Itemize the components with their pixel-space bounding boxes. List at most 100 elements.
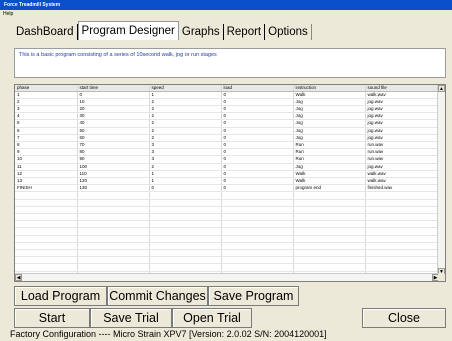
- table-row[interactable]: 12 110 1 0 Walk walk.wav: [15, 170, 440, 178]
- table-cell[interactable]: run.wav: [365, 148, 440, 157]
- table-cell[interactable]: 3: [149, 148, 222, 157]
- table-cell[interactable]: [15, 206, 78, 214]
- table-row[interactable]: [15, 256, 440, 265]
- table-cell[interactable]: [221, 263, 294, 272]
- table-cell[interactable]: [77, 199, 150, 207]
- table-cell[interactable]: 110: [77, 170, 150, 178]
- table-row[interactable]: 4 30 2 0 Jog jog.wav: [15, 112, 440, 121]
- table-cell[interactable]: Run: [293, 141, 366, 150]
- table-cell[interactable]: [293, 249, 366, 258]
- table-cell[interactable]: [221, 235, 294, 243]
- table-row[interactable]: 2 10 2 0 Jog jog.wav: [15, 98, 440, 106]
- table-cell[interactable]: jog.wav: [365, 127, 440, 135]
- table-cell[interactable]: [221, 256, 294, 265]
- table-cell[interactable]: 1: [149, 170, 222, 178]
- table-cell[interactable]: 2: [149, 134, 222, 142]
- table-cell[interactable]: 130: [77, 184, 150, 193]
- table-cell[interactable]: 5: [15, 119, 78, 128]
- table-cell[interactable]: 0: [77, 91, 150, 99]
- table-cell[interactable]: [221, 242, 294, 250]
- table-cell[interactable]: Walk: [293, 170, 366, 178]
- table-cell[interactable]: FINISH: [15, 184, 78, 193]
- table-cell[interactable]: [15, 263, 78, 272]
- table-cell[interactable]: [365, 249, 440, 258]
- table-cell[interactable]: jog.wav: [365, 112, 440, 121]
- table-cell[interactable]: 40: [77, 119, 150, 128]
- table-cell[interactable]: [15, 235, 78, 243]
- table-row[interactable]: 8 70 3 0 Run run.wav: [15, 141, 440, 150]
- table-cell[interactable]: [77, 235, 150, 243]
- table-row[interactable]: FINISH 130 0 0 program end finished.wav: [15, 184, 440, 193]
- table-cell[interactable]: [149, 249, 222, 258]
- scroll-left-icon[interactable]: ◀: [15, 274, 22, 281]
- table-cell[interactable]: [221, 220, 294, 229]
- table-cell[interactable]: [15, 256, 78, 265]
- table-row[interactable]: 3 20 2 0 Jog jog.wav: [15, 105, 440, 114]
- table-cell[interactable]: 0: [221, 170, 294, 178]
- table-cell[interactable]: jog.wav: [365, 134, 440, 142]
- table-cell[interactable]: jog.wav: [365, 98, 440, 106]
- table-cell[interactable]: [149, 199, 222, 207]
- table-cell[interactable]: walk.wav: [365, 177, 440, 186]
- commit-changes-button[interactable]: Commit Changes: [107, 286, 208, 306]
- table-row[interactable]: [15, 263, 440, 272]
- close-button[interactable]: Close: [362, 308, 446, 328]
- table-cell[interactable]: [77, 213, 150, 222]
- table-cell[interactable]: 1: [149, 177, 222, 186]
- table-cell[interactable]: jog.wav: [365, 163, 440, 171]
- table-cell[interactable]: Walk: [293, 91, 366, 99]
- table-cell[interactable]: 0: [221, 112, 294, 121]
- table-row[interactable]: 10 90 3 0 Run run.wav: [15, 155, 440, 164]
- table-cell[interactable]: Walk: [293, 177, 366, 186]
- table-cell[interactable]: finished.wav: [365, 184, 440, 193]
- table-cell[interactable]: [77, 191, 150, 200]
- table-row[interactable]: [15, 249, 440, 258]
- tab-program-designer[interactable]: Program Designer: [77, 21, 179, 40]
- table-cell[interactable]: [365, 263, 440, 272]
- table-cell[interactable]: 0: [149, 184, 222, 193]
- table-row[interactable]: 5 40 2 0 Jog jog.wav: [15, 119, 440, 128]
- save-program-button[interactable]: Save Program: [208, 286, 299, 306]
- table-cell[interactable]: [149, 263, 222, 272]
- table-cell[interactable]: [221, 213, 294, 222]
- table-cell[interactable]: 9: [15, 148, 78, 157]
- table-cell[interactable]: 70: [77, 141, 150, 150]
- table-cell[interactable]: [77, 256, 150, 265]
- table-cell[interactable]: 0: [221, 134, 294, 142]
- table-cell[interactable]: [365, 242, 440, 250]
- table-cell[interactable]: Jog: [293, 112, 366, 121]
- table-cell[interactable]: Jog: [293, 127, 366, 135]
- table-cell[interactable]: [365, 191, 440, 200]
- table-cell[interactable]: 3: [149, 155, 222, 164]
- table-cell[interactable]: 1: [149, 91, 222, 99]
- tab-graphs[interactable]: Graphs: [178, 24, 224, 40]
- table-cell[interactable]: [293, 235, 366, 243]
- table-cell[interactable]: [365, 227, 440, 236]
- table-cell[interactable]: 13: [15, 177, 78, 186]
- table-cell[interactable]: 2: [15, 98, 78, 106]
- table-cell[interactable]: [365, 235, 440, 243]
- table-cell[interactable]: [15, 191, 78, 200]
- table-cell[interactable]: [293, 206, 366, 214]
- table-cell[interactable]: 4: [15, 112, 78, 121]
- table-row[interactable]: [15, 220, 440, 229]
- table-cell[interactable]: 20: [77, 105, 150, 114]
- program-description[interactable]: This is a basic program consisting of a …: [14, 48, 446, 78]
- table-row[interactable]: 6 50 2 0 Jog jog.wav: [15, 127, 440, 135]
- table-cell[interactable]: 50: [77, 127, 150, 135]
- menu-help[interactable]: Help: [3, 11, 13, 17]
- table-row[interactable]: 13 120 1 0 Walk walk.wav: [15, 177, 440, 186]
- table-cell[interactable]: [293, 213, 366, 222]
- table-cell[interactable]: 8: [15, 141, 78, 150]
- table-cell[interactable]: program end: [293, 184, 366, 193]
- table-cell[interactable]: 11: [15, 163, 78, 171]
- table-row[interactable]: 7 60 2 0 Jog jog.wav: [15, 134, 440, 142]
- table-cell[interactable]: [221, 191, 294, 200]
- table-cell[interactable]: 2: [149, 163, 222, 171]
- table-cell[interactable]: 6: [15, 127, 78, 135]
- table-row[interactable]: 9 80 3 0 Run run.wav: [15, 148, 440, 157]
- table-cell[interactable]: Jog: [293, 119, 366, 128]
- scroll-up-icon[interactable]: ▲: [438, 85, 445, 92]
- table-cell[interactable]: 0: [221, 91, 294, 99]
- tab-dashboard[interactable]: DashBoard: [14, 24, 78, 40]
